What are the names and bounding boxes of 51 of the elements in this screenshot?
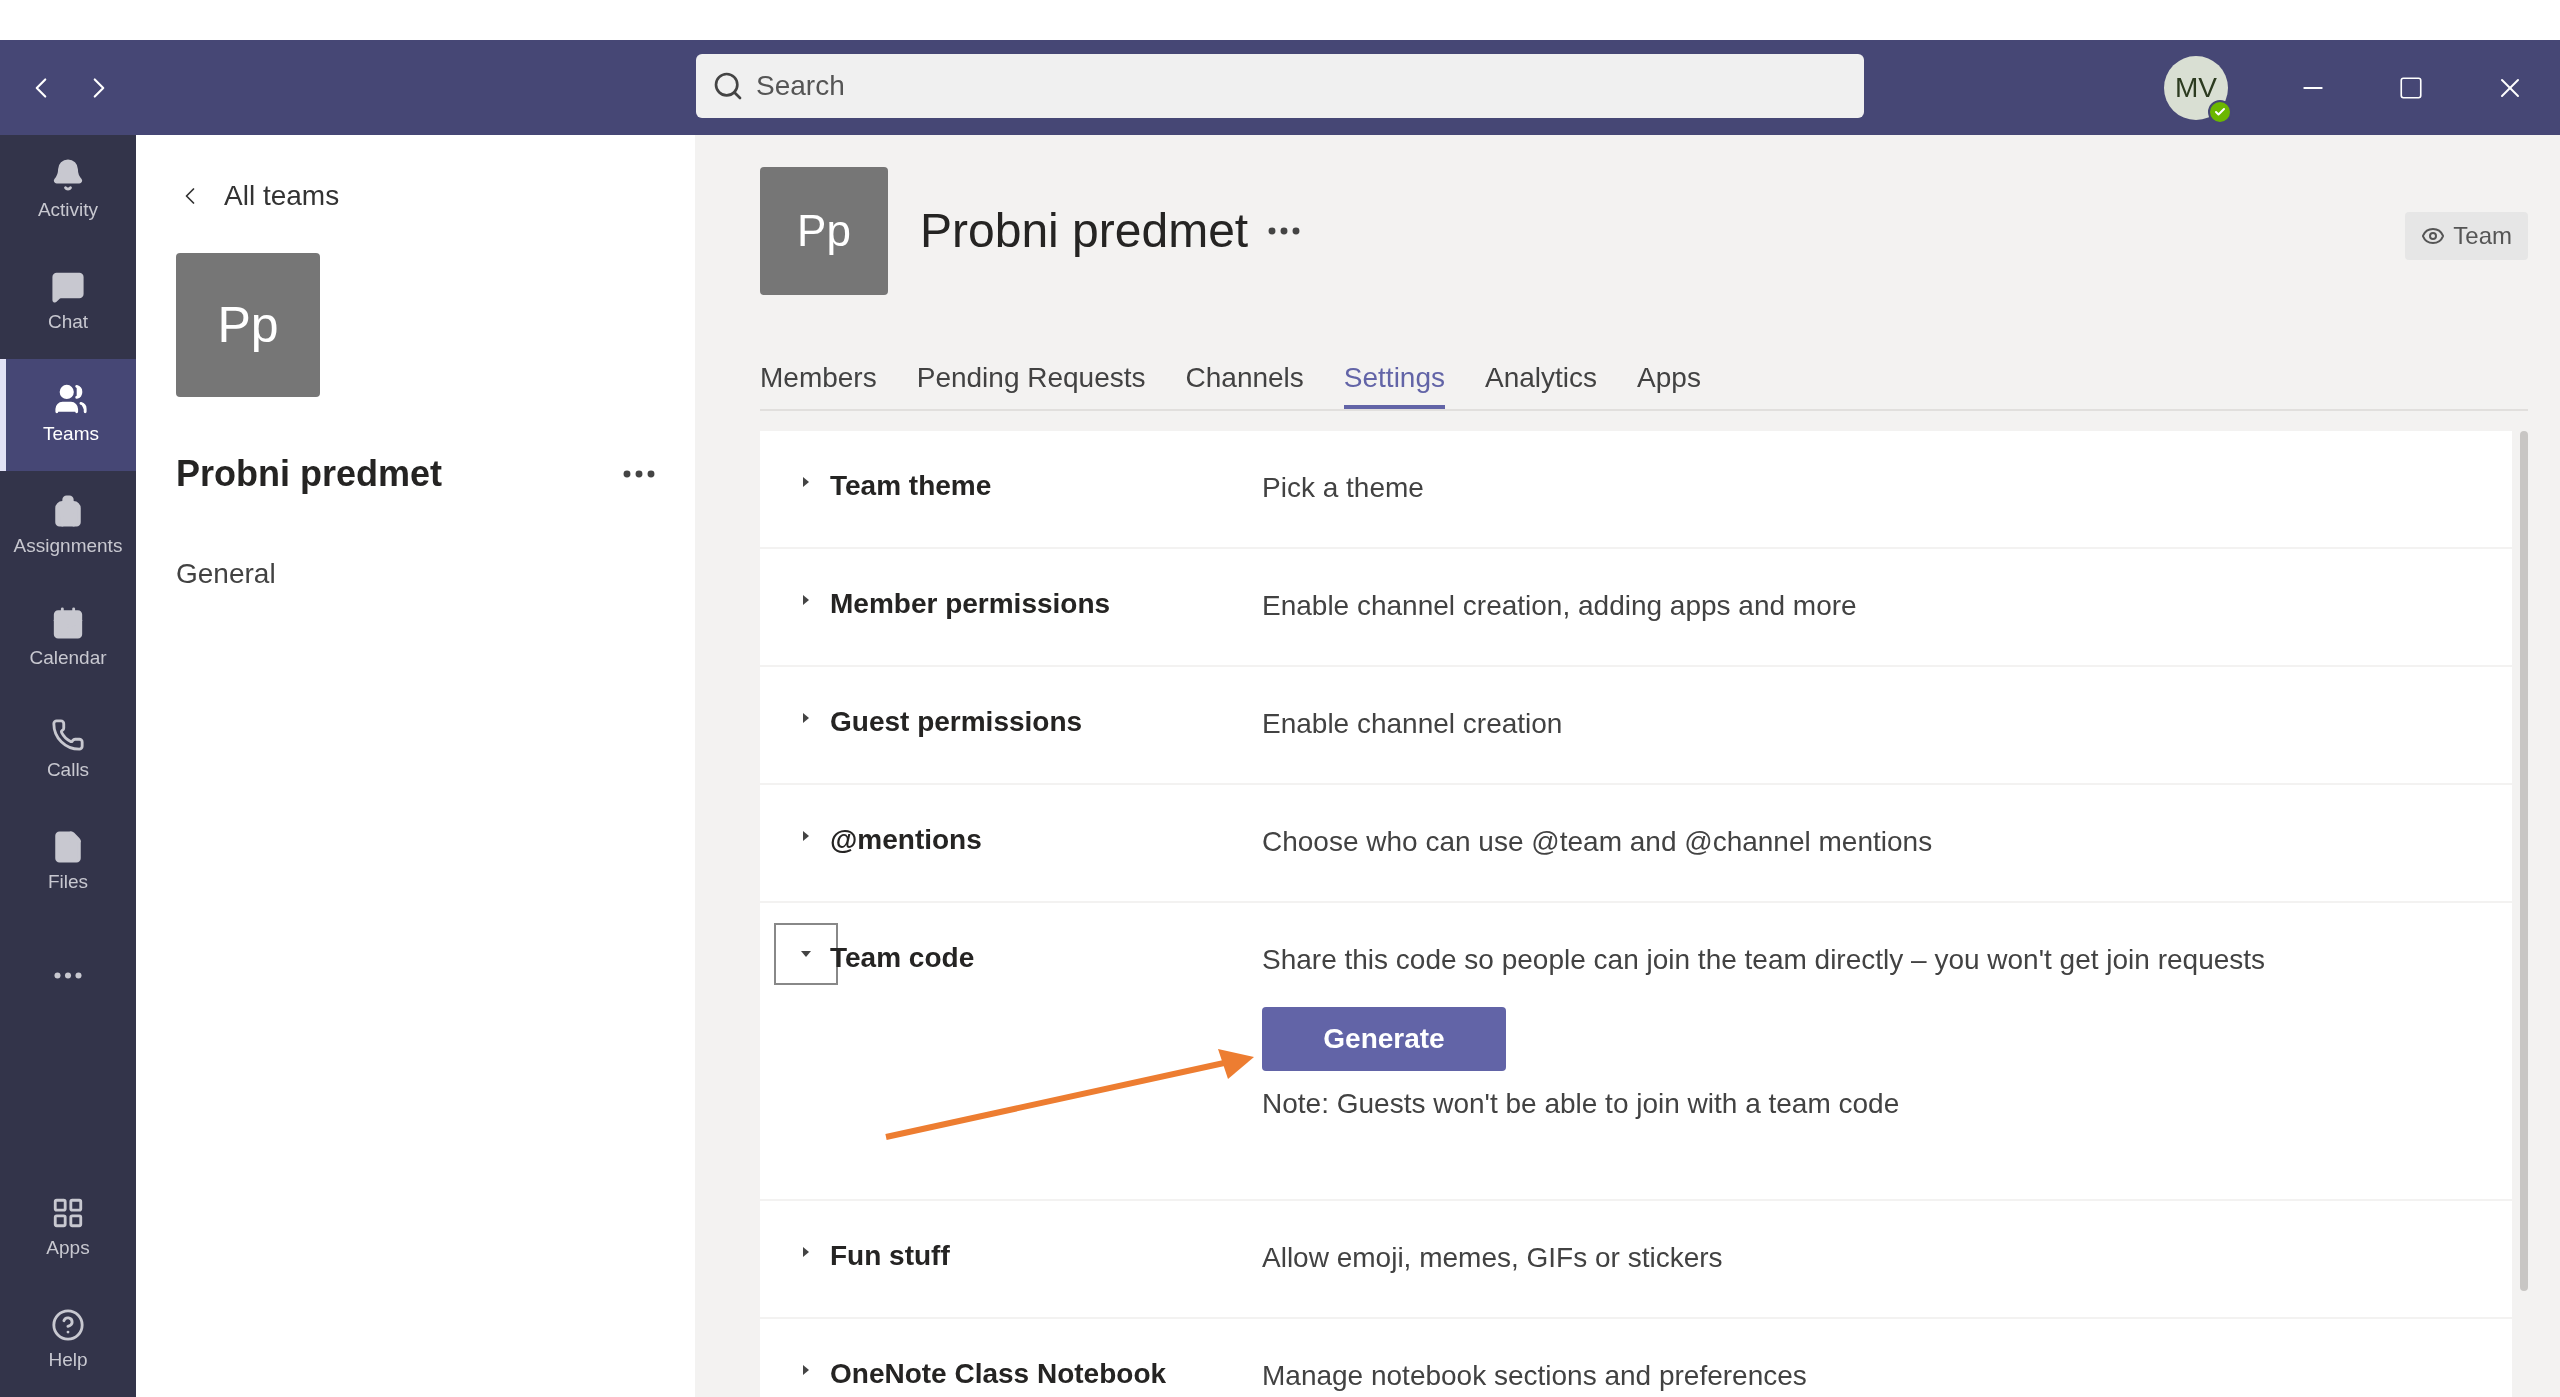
setting-description: Allow emoji, memes, GIFs or stickers	[1262, 1241, 1723, 1275]
rail-item[interactable]: Files	[0, 807, 136, 919]
rail-item[interactable]: Activity	[0, 135, 136, 247]
all-teams-text: All teams	[224, 179, 340, 213]
rail-item[interactable]: Assignments	[0, 471, 136, 583]
bell-icon	[51, 157, 85, 192]
tab[interactable]: Pending Requests	[916, 357, 1146, 409]
setting-description: Share this code so people can join the team directly – you won't get join requests	[1262, 943, 2266, 977]
setting-title: Guest permissions	[830, 705, 1083, 739]
rail-item[interactable]: Apps	[0, 1173, 136, 1285]
setting-description: Pick a theme	[1262, 471, 1424, 505]
tab[interactable]: Analytics	[1485, 357, 1598, 409]
maximize-icon[interactable]	[2398, 74, 2424, 101]
setting-description: Manage notebook sections and preferences	[1262, 1359, 1807, 1393]
team-name: Probni predmet	[176, 452, 443, 496]
search-icon	[712, 70, 744, 102]
setting-title: OneNote Class Notebook	[830, 1357, 1167, 1391]
status-icon	[2208, 99, 2232, 124]
tab[interactable]: Apps	[1637, 357, 1701, 409]
rail-item[interactable]: Teams	[0, 359, 136, 471]
calendar-icon	[51, 605, 85, 640]
team-avatar: Pp	[760, 167, 888, 295]
generate-button[interactable]: Generate	[1262, 1007, 1506, 1071]
tab[interactable]: Settings	[1343, 357, 1445, 409]
setting-title: Team theme	[830, 469, 992, 503]
setting-description: Enable channel creation, adding apps and more	[1262, 589, 1857, 623]
rail-item[interactable]: Chat	[0, 247, 136, 359]
badge-text: Team	[2453, 221, 2512, 251]
more-icon[interactable]	[1268, 227, 1301, 235]
tab[interactable]: Channels	[1185, 357, 1304, 409]
rail-item[interactable]: Help	[0, 1285, 136, 1397]
team-avatar: Pp	[176, 253, 320, 397]
tab[interactable]: Members	[760, 357, 877, 409]
phone-icon	[51, 717, 85, 752]
help-icon	[51, 1307, 85, 1342]
user-avatar[interactable]: MV	[2164, 55, 2228, 120]
setting-description: Enable channel creation	[1262, 707, 1563, 741]
more-icon[interactable]	[623, 470, 655, 478]
note-text: Note: Guests won't be able to join with a team code	[1262, 1087, 1901, 1121]
channel-item[interactable]: General	[176, 553, 655, 595]
all-teams-link[interactable]: All teams	[176, 175, 655, 217]
team-title: Probni predmet	[920, 203, 1249, 259]
more-icon[interactable]	[54, 971, 82, 979]
setting-title: Team code	[830, 941, 975, 975]
setting-description: Choose who can use @team and @channel mentions	[1262, 825, 1933, 859]
rail-item[interactable]: Calls	[0, 695, 136, 807]
search-field[interactable]: Search	[696, 54, 1864, 118]
setting-title: Fun stuff	[830, 1239, 950, 1273]
setting-title: Member permissions	[830, 587, 1111, 621]
setting-title: @mentions	[830, 823, 982, 857]
rail-item[interactable]: Calendar	[0, 583, 136, 695]
